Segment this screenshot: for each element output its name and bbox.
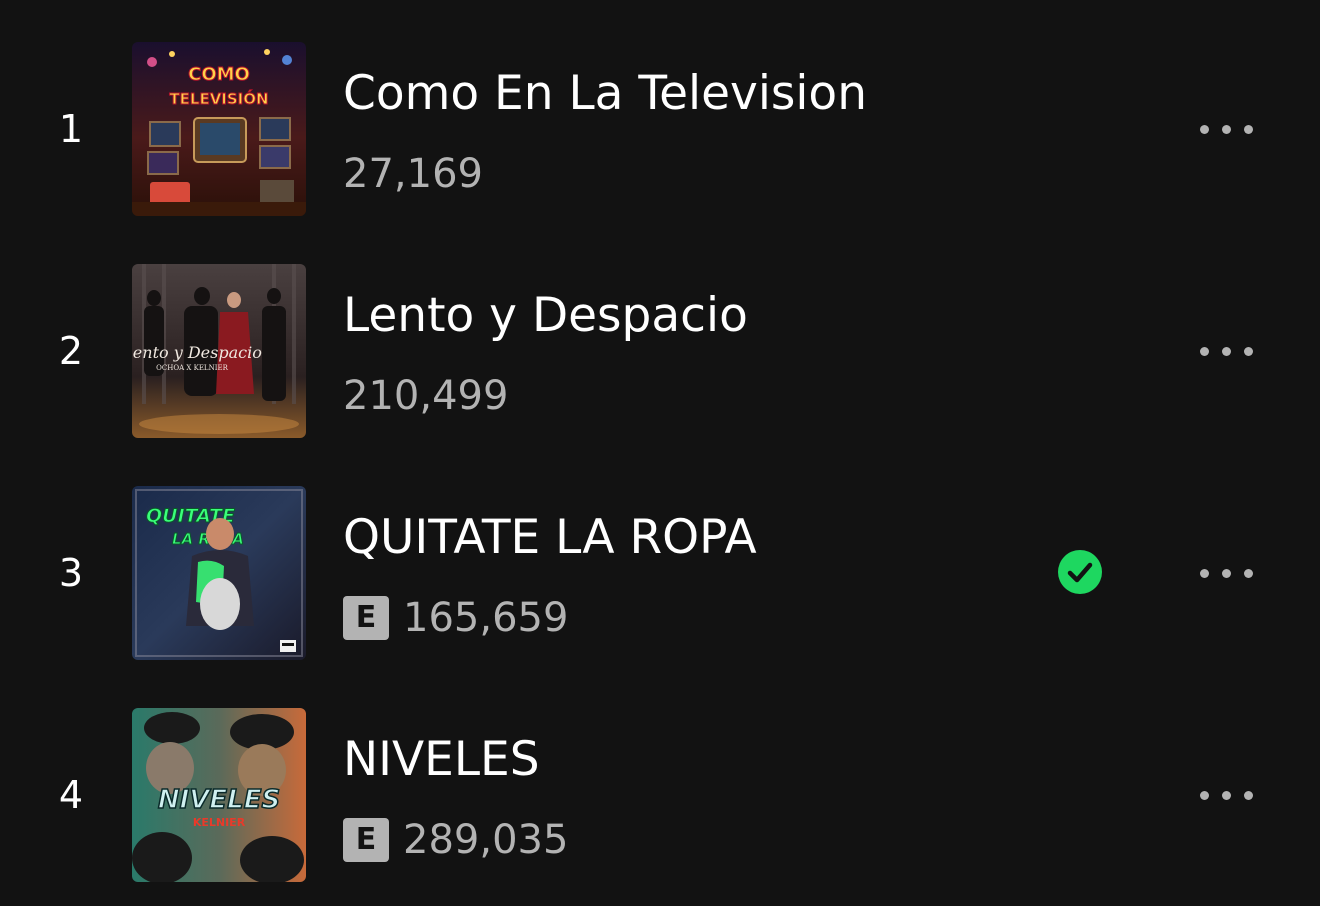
play-count: 289,035 (403, 817, 569, 863)
svg-text:NIVELES: NIVELES (158, 785, 280, 815)
album-cover: NIVELES KELNIER (132, 708, 306, 882)
explicit-badge: E (343, 596, 389, 640)
track-title: QUITATE LA ROPA (343, 510, 757, 565)
track-row[interactable]: 3 QUITATE LA ROPA (0, 462, 1320, 684)
more-options-button[interactable] (1186, 334, 1266, 368)
track-row[interactable]: 2 Lento y Despacio OCHOA X KELNIER Lento… (0, 240, 1320, 462)
track-meta: 210,499 (343, 368, 508, 424)
track-row[interactable]: 4 NIVELES KELNIER NIVELES E 289,035 (0, 684, 1320, 906)
svg-text:COMO: COMO (188, 64, 250, 85)
more-horizontal-icon (1199, 790, 1209, 800)
album-cover: QUITATE LA ROPA (132, 486, 306, 660)
check-circle-icon[interactable] (1058, 550, 1102, 594)
more-options-button[interactable] (1186, 778, 1266, 812)
more-horizontal-icon (1199, 568, 1209, 578)
track-rank: 2 (58, 329, 84, 373)
explicit-badge: E (343, 818, 389, 862)
play-count: 165,659 (403, 595, 569, 641)
track-meta: E 165,659 (343, 590, 568, 646)
track-title: NIVELES (343, 732, 540, 787)
play-count: 27,169 (343, 151, 483, 197)
track-rank: 4 (58, 773, 84, 817)
album-cover: Lento y Despacio OCHOA X KELNIER (132, 264, 306, 438)
more-options-button[interactable] (1186, 556, 1266, 590)
more-horizontal-icon (1199, 124, 1209, 134)
track-rank: 3 (58, 551, 84, 595)
svg-text:KELNIER: KELNIER (193, 816, 246, 829)
album-cover: COMO TELEVISIÓN (132, 42, 306, 216)
track-list: 1 COMO TELEVISIÓN Como En La Television … (0, 0, 1320, 893)
track-rank: 1 (58, 107, 84, 151)
svg-text:Lento y Despacio: Lento y Despacio (132, 343, 262, 362)
track-title: Lento y Despacio (343, 288, 748, 343)
play-count: 210,499 (343, 373, 509, 419)
more-horizontal-icon (1199, 346, 1209, 356)
track-row[interactable]: 1 COMO TELEVISIÓN Como En La Television … (0, 18, 1320, 240)
svg-text:OCHOA X KELNIER: OCHOA X KELNIER (156, 364, 228, 372)
more-options-button[interactable] (1186, 112, 1266, 146)
track-title: Como En La Television (343, 66, 867, 121)
track-meta: E 289,035 (343, 812, 568, 868)
track-meta: 27,169 (343, 146, 483, 202)
svg-text:TELEVISIÓN: TELEVISIÓN (169, 89, 268, 108)
